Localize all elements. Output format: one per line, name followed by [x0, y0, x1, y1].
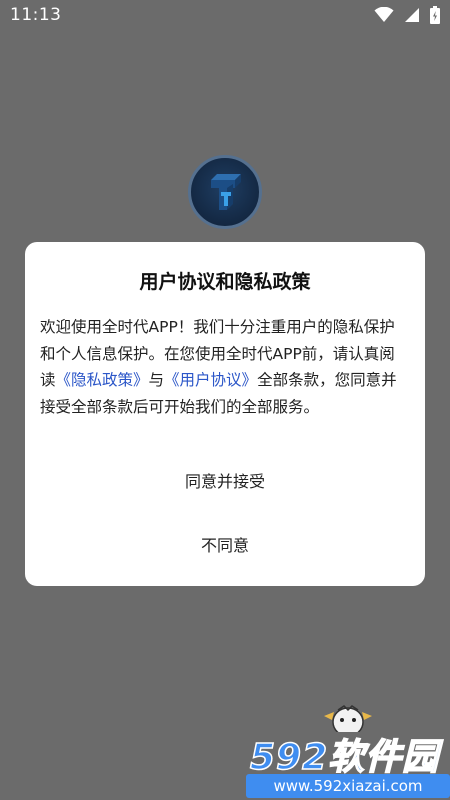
- privacy-policy-link[interactable]: 《隐私政策》: [56, 371, 149, 389]
- watermark-brand: 592软件园: [249, 736, 440, 779]
- dialog-body: 欢迎使用全时代APP！我们十分注重用户的隐私保护和个人信息保护。在您使用全时代A…: [40, 314, 410, 420]
- disagree-button[interactable]: 不同意: [25, 528, 425, 564]
- body-text-2: 与: [148, 371, 165, 389]
- privacy-dialog: 用户协议和隐私政策 欢迎使用全时代APP！我们十分注重用户的隐私保护和个人信息保…: [25, 242, 425, 586]
- wifi-icon: [374, 7, 394, 23]
- app-logo-icon: [211, 174, 241, 210]
- app-logo: [188, 155, 262, 229]
- status-bar: 11:13: [0, 0, 450, 32]
- dialog-title: 用户协议和隐私政策: [139, 271, 311, 293]
- status-time: 11:13: [10, 5, 62, 25]
- user-agreement-link[interactable]: 《用户协议》: [164, 371, 257, 389]
- watermark: 592软件园 www.592xiazai.com: [246, 726, 450, 800]
- watermark-url: www.592xiazai.com: [246, 774, 450, 798]
- splash-screen: 11:13 用户协议和隐私政策 欢迎使用全时代APP！我们十分注重用户的隐私保护…: [0, 0, 450, 800]
- agree-button[interactable]: 同意并接受: [25, 464, 425, 500]
- cell-signal-icon: [404, 7, 420, 23]
- battery-icon: [430, 6, 440, 24]
- status-icons: [374, 6, 440, 24]
